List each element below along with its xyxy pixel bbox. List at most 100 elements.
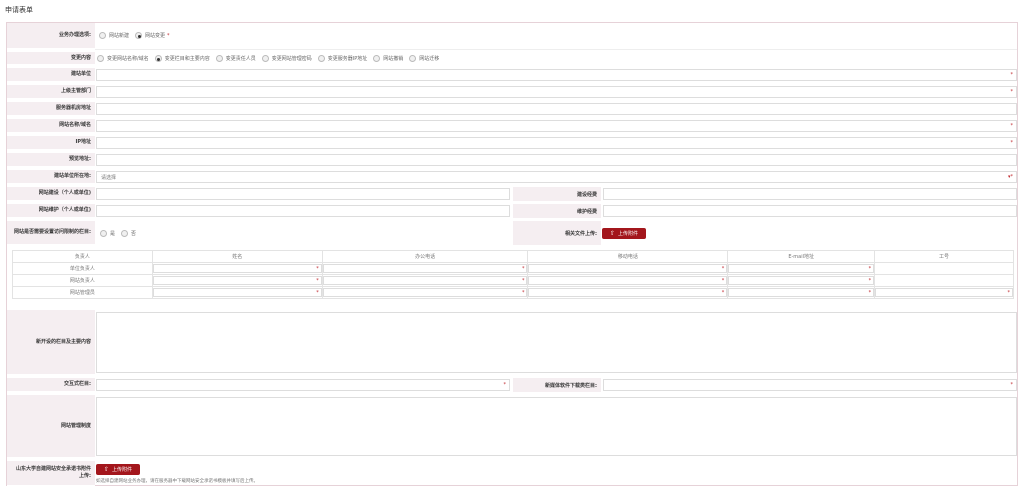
build-budget-input[interactable] (603, 188, 1017, 200)
employee-id-cell (874, 262, 1014, 275)
commitment-label: 山东大学自建网站安全承诺书附件上传: (7, 461, 95, 486)
cell-input[interactable] (528, 276, 728, 285)
radio-change-name[interactable]: 变更网站名称/域名 (97, 55, 149, 62)
parent-dept-input[interactable]: * (96, 86, 1017, 98)
docs-upload-button[interactable]: ⇧ 上传附件 (602, 228, 646, 239)
cell-input[interactable] (152, 264, 322, 273)
column-header: 负责人 (12, 250, 153, 263)
email-cell[interactable]: * (727, 286, 876, 299)
mobile-cell[interactable]: * (527, 286, 729, 299)
radio-revoke[interactable]: 网站撤销 (373, 55, 403, 62)
location-select[interactable]: 请选择 ▾* (96, 171, 1017, 183)
cell-input[interactable] (322, 264, 528, 273)
radio-dot (97, 55, 104, 62)
cell-input[interactable] (322, 288, 528, 297)
required-mark: * (1010, 382, 1014, 388)
radio-change-staff[interactable]: 变更责任人员 (215, 55, 256, 62)
divider (95, 49, 1017, 50)
cell-input[interactable] (875, 288, 1013, 297)
mgmt-system-textarea[interactable] (96, 397, 1017, 456)
required-mark: * (1010, 72, 1014, 78)
name-cell[interactable]: * (151, 274, 323, 287)
required-mark: * (316, 290, 319, 296)
radio-dot (100, 230, 107, 237)
cell-input[interactable] (528, 264, 728, 273)
name-cell[interactable]: * (151, 286, 323, 299)
office-phone-cell[interactable]: * (321, 274, 529, 287)
new-columns-textarea[interactable] (96, 312, 1017, 373)
radio-change-password[interactable]: 变更网站管理密码 (261, 55, 312, 62)
site-maintain-label: 网站维护（个人或单位) (7, 204, 95, 218)
radio-dot (135, 32, 143, 39)
change-content-label: 变更内容 (7, 52, 95, 65)
upload-button-label: 上传附件 (618, 231, 639, 237)
radio-new-site[interactable]: 网站新建 (99, 32, 129, 39)
maintain-budget-input[interactable] (603, 205, 1017, 217)
site-name-input[interactable]: * (96, 120, 1017, 132)
radio-label: 是 (110, 231, 116, 237)
business-option-label: 业务办理选项: (7, 23, 95, 49)
required-mark: * (868, 266, 872, 272)
cell-input[interactable] (152, 276, 322, 285)
name-cell[interactable]: * (151, 262, 323, 275)
table-row: 单位负责人 * * * * (12, 262, 1014, 275)
cell-input[interactable] (322, 276, 528, 285)
new-media-input[interactable]: * (603, 379, 1017, 391)
required-mark: * (521, 278, 525, 284)
server-room-input[interactable] (96, 103, 1017, 115)
column-header: 工号 (874, 250, 1014, 263)
page-title: 申请表单 (5, 6, 33, 14)
required-mark: * (521, 266, 525, 272)
mobile-cell[interactable]: * (527, 262, 729, 275)
required-mark: * (521, 290, 525, 296)
ip-label: IP地址 (7, 136, 95, 150)
build-unit-input[interactable]: * (96, 69, 1017, 81)
application-form: 业务办理选项: 网站新建 网站变更 * 变更内容 变更网站名称/域名 变更栏目和主… (6, 22, 1018, 486)
email-cell[interactable]: * (727, 262, 876, 275)
required-mark: * (1010, 140, 1014, 146)
cell-input[interactable] (152, 288, 322, 297)
radio-label: 否 (131, 231, 137, 237)
dropdown-arrow-icon: ▾* (1007, 174, 1013, 180)
radio-dot (373, 55, 381, 62)
radio-change-ip[interactable]: 变更服务器IP地址 (317, 55, 367, 62)
email-cell[interactable]: * (727, 274, 876, 287)
radio-label: 网站变更 (145, 33, 166, 39)
required-mark: * (316, 266, 319, 272)
radio-access-yes[interactable]: 是 (100, 230, 115, 237)
radio-label: 变更责任人员 (225, 56, 256, 62)
cell-input[interactable] (728, 264, 875, 273)
radio-label: 变更网站名称/域名 (107, 56, 149, 62)
commitment-upload-button[interactable]: ⇧ 上传附件 (96, 464, 140, 475)
cell-input[interactable] (728, 288, 875, 297)
radio-dot (261, 55, 269, 62)
site-build-input[interactable] (96, 188, 510, 200)
radio-dot (121, 230, 129, 237)
cell-input[interactable] (528, 288, 728, 297)
column-header: 移动电话 (527, 250, 729, 263)
radio-label: 网站撤销 (383, 56, 404, 62)
office-phone-cell[interactable]: * (321, 262, 529, 275)
access-limit-group: 是 否 (100, 230, 142, 237)
mobile-cell[interactable]: * (527, 274, 729, 287)
table-row: 网站管理员 * * * * * (12, 286, 1014, 299)
column-header: 姓名 (151, 250, 323, 263)
radio-label: 网站迁移 (419, 56, 440, 62)
ip-input[interactable]: * (96, 137, 1017, 149)
row-label: 网站管理员 (12, 286, 153, 299)
site-maintain-input[interactable] (96, 205, 510, 217)
office-phone-cell[interactable]: * (321, 286, 529, 299)
change-content-group: 变更网站名称/域名 变更栏目和主要内容 变更责任人员 变更网站管理密码 变更服务… (97, 55, 445, 62)
required-mark: * (503, 382, 507, 388)
required-mark: * (868, 290, 872, 296)
employee-id-cell[interactable]: * (874, 286, 1014, 299)
radio-migrate[interactable]: 网站迁移 (409, 55, 439, 62)
upload-icon: ⇧ (609, 230, 615, 237)
radio-access-no[interactable]: 否 (121, 230, 136, 237)
table-header-row: 负责人 姓名 办公电话 移动电话 E-mail地址 工号 (12, 250, 1014, 263)
cell-input[interactable] (728, 276, 875, 285)
preview-input[interactable] (96, 154, 1017, 166)
interactive-input[interactable]: * (96, 379, 510, 391)
radio-change-site[interactable]: 网站变更 * (135, 32, 170, 39)
radio-change-columns[interactable]: 变更栏目和主要内容 (154, 55, 210, 62)
